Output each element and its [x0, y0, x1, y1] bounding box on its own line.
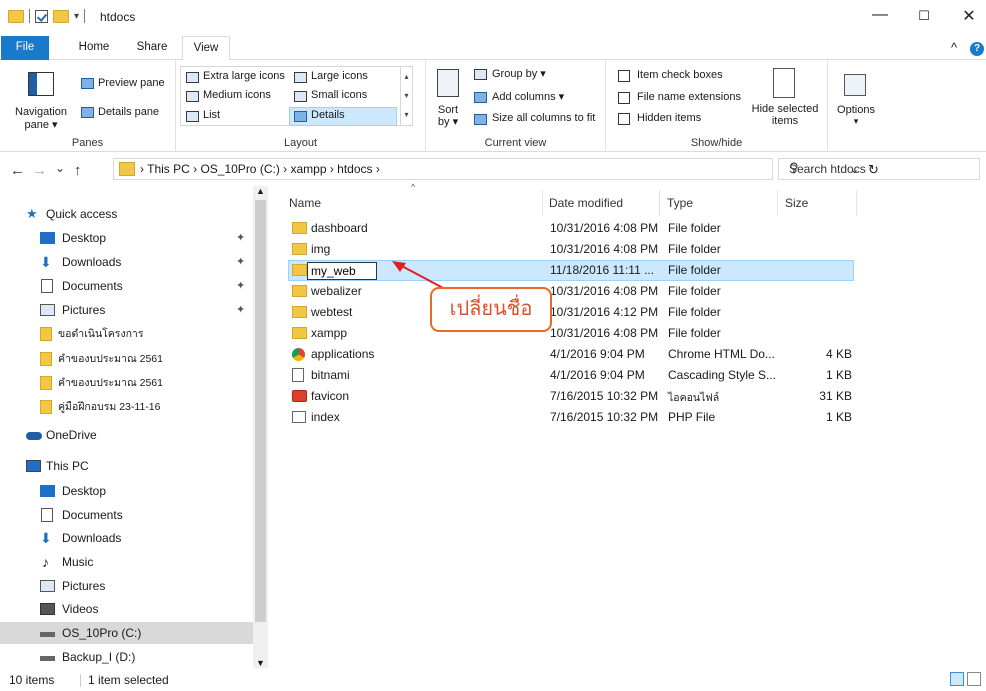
- rename-annotation-callout: เปลี่ยนชื่อ: [430, 287, 552, 332]
- selected-count: 1 item selected: [88, 673, 169, 687]
- status-bar: 10 items 1 item selected: [0, 668, 986, 691]
- details-view-button[interactable]: [950, 672, 964, 686]
- status-separator: [80, 674, 81, 687]
- large-icons-view-button[interactable]: [967, 672, 981, 686]
- item-count: 10 items: [9, 673, 55, 687]
- annotation-arrow: [392, 261, 446, 290]
